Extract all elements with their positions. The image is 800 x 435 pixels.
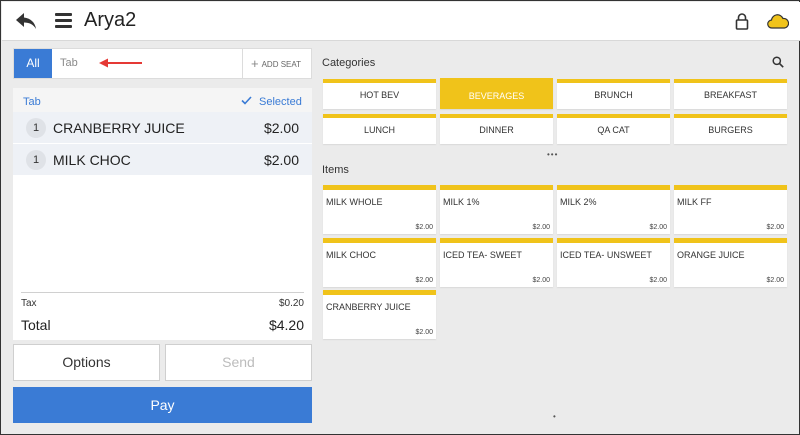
menu-item-price: $2.00: [649, 224, 667, 231]
menu-item-price: $2.00: [532, 224, 550, 231]
menu-item-price: $2.00: [415, 277, 433, 284]
category-lunch[interactable]: LUNCH: [323, 114, 436, 144]
category-hot-bev[interactable]: HOT BEV: [323, 79, 436, 109]
menu-item-name: ICED TEA- SWEET: [443, 250, 522, 260]
order-line-item[interactable]: 1 MILK CHOC $2.00: [13, 144, 312, 175]
menu-item-price: $2.00: [766, 277, 784, 284]
menu-item-name: MILK CHOC: [326, 250, 377, 260]
check-icon: [241, 96, 252, 105]
options-button[interactable]: Options: [13, 344, 160, 381]
annotation-arrow-icon: [99, 58, 142, 68]
categories-heading: Categories: [322, 57, 376, 69]
order-item-price: $2.00: [263, 152, 299, 168]
hamburger-menu-icon[interactable]: [55, 13, 72, 28]
category-brunch[interactable]: BRUNCH: [557, 79, 670, 109]
pay-button[interactable]: Pay: [13, 387, 312, 423]
menu-item-name: MILK 2%: [560, 197, 597, 207]
back-arrow-icon[interactable]: [14, 10, 38, 32]
order-header: Tab Selected: [13, 88, 312, 112]
menu-item-tile[interactable]: MILK 1% $2.00: [440, 185, 553, 234]
category-breakfast[interactable]: BREAKFAST: [674, 79, 787, 109]
menu-item-price: $2.00: [415, 224, 433, 231]
tab-seat-field[interactable]: Tab: [60, 57, 78, 69]
app-title: Arya2: [84, 9, 137, 31]
tax-label: Tax: [21, 298, 37, 309]
menu-item-price: $2.00: [649, 277, 667, 284]
items-heading: Items: [322, 164, 349, 176]
order-item-name: CRANBERRY JUICE: [53, 120, 185, 136]
total-value: $4.20: [268, 317, 304, 333]
items-page-dots[interactable]: •: [553, 412, 557, 421]
selected-label[interactable]: Selected: [259, 96, 302, 108]
tax-value: $0.20: [278, 298, 304, 309]
category-qa-cat[interactable]: QA CAT: [557, 114, 670, 144]
item-qty-badge: 1: [26, 118, 46, 138]
search-icon[interactable]: [772, 56, 784, 68]
order-item-price: $2.00: [263, 120, 299, 136]
menu-item-name: ICED TEA- UNSWEET: [560, 250, 652, 260]
menu-item-tile[interactable]: ORANGE JUICE $2.00: [674, 238, 787, 287]
all-seats-button[interactable]: All: [14, 49, 52, 78]
category-beverages[interactable]: BEVERAGES: [440, 78, 553, 109]
order-item-name: MILK CHOC: [53, 152, 131, 168]
menu-item-price: $2.00: [532, 277, 550, 284]
menu-item-tile[interactable]: ICED TEA- SWEET $2.00: [440, 238, 553, 287]
category-burgers[interactable]: BURGERS: [674, 114, 787, 144]
menu-item-name: ORANGE JUICE: [677, 250, 745, 260]
menu-item-tile[interactable]: ICED TEA- UNSWEET $2.00: [557, 238, 670, 287]
lock-icon[interactable]: [735, 12, 749, 30]
top-bar: Arya2: [2, 2, 800, 41]
menu-item-tile[interactable]: MILK 2% $2.00: [557, 185, 670, 234]
order-tab-label[interactable]: Tab: [23, 96, 41, 108]
menu-item-tile[interactable]: MILK WHOLE $2.00: [323, 185, 436, 234]
menu-item-name: CRANBERRY JUICE: [326, 302, 411, 312]
order-line-item[interactable]: 1 CRANBERRY JUICE $2.00: [13, 112, 312, 143]
menu-item-tile[interactable]: MILK CHOC $2.00: [323, 238, 436, 287]
send-button[interactable]: Send: [165, 344, 312, 381]
cloud-icon[interactable]: [767, 13, 789, 29]
category-page-dots[interactable]: •••: [547, 150, 558, 159]
menu-item-tile[interactable]: CRANBERRY JUICE $2.00: [323, 290, 436, 339]
totals-divider: [21, 292, 304, 293]
item-qty-badge: 1: [26, 150, 46, 170]
app-frame: Arya2 All Tab + ADD SEAT Tab Selected 1 …: [0, 0, 800, 435]
menu-item-name: MILK FF: [677, 197, 712, 207]
menu-item-name: MILK WHOLE: [326, 197, 383, 207]
add-seat-button[interactable]: + ADD SEAT: [242, 49, 312, 78]
total-label: Total: [21, 317, 51, 333]
category-dinner[interactable]: DINNER: [440, 114, 553, 144]
menu-item-tile[interactable]: MILK FF $2.00: [674, 185, 787, 234]
plus-icon: +: [251, 56, 259, 71]
menu-item-price: $2.00: [415, 329, 433, 336]
menu-item-name: MILK 1%: [443, 197, 480, 207]
seat-bar: All Tab + ADD SEAT: [13, 48, 312, 79]
menu-item-price: $2.00: [766, 224, 784, 231]
add-seat-label: ADD SEAT: [261, 60, 302, 69]
order-panel: Tab Selected 1 CRANBERRY JUICE $2.00 1 M…: [13, 88, 312, 340]
